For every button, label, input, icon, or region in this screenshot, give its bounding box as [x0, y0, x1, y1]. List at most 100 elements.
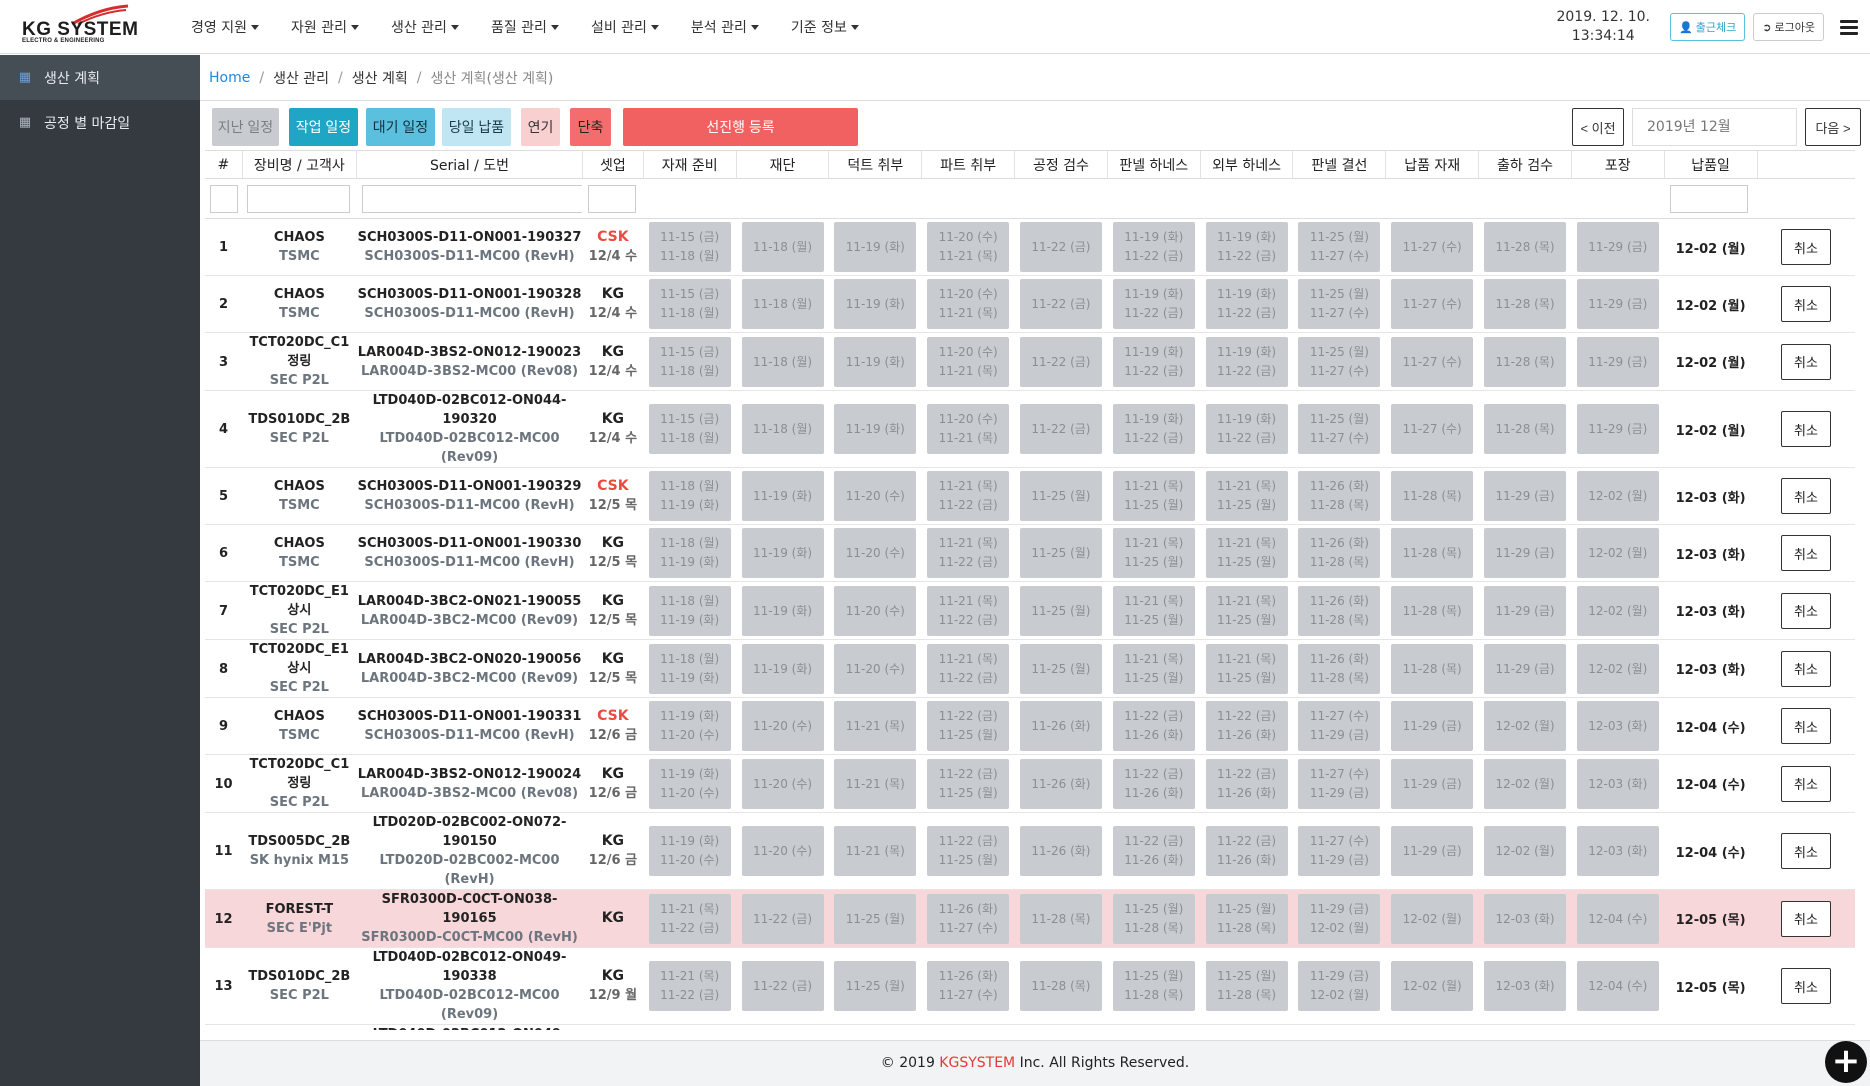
process-date-box[interactable]: 11-20 (수): [834, 585, 917, 636]
process-date-box[interactable]: 11-20 (수): [834, 528, 917, 578]
process-date-box[interactable]: 11-20 (수) 11-21 (목): [927, 404, 1010, 454]
process-date-box[interactable]: 11-19 (화): [741, 585, 824, 636]
process-date-box[interactable]: 11-28 (목): [1391, 643, 1474, 694]
process-date-box[interactable]: 11-19 (화) 11-22 (금): [1205, 222, 1288, 272]
process-date-box[interactable]: 11-26 (화) 11-27 (수): [927, 893, 1010, 944]
process-date-box[interactable]: 11-27 (수): [1391, 222, 1474, 272]
work-schedule-button[interactable]: 작업 일정: [289, 108, 358, 146]
process-date-box[interactable]: 11-25 (월) 11-27 (수): [1298, 404, 1381, 454]
process-date-box[interactable]: 11-19 (화) 11-22 (금): [1205, 279, 1288, 329]
process-date-box[interactable]: 11-27 (수): [1391, 336, 1474, 387]
table-row[interactable]: 12 FOREST-T SEC E'Pjt SFR0300D-C0CT-ON038-1…: [205, 889, 1855, 948]
process-date-box[interactable]: 11-19 (화) 11-22 (금): [1112, 279, 1195, 329]
process-date-box[interactable]: 12-02 (월): [1391, 961, 1474, 1011]
process-date-box[interactable]: 11-21 (목) 11-22 (금): [927, 643, 1010, 694]
column-header[interactable]: 납품일: [1663, 150, 1758, 179]
menu-item-0[interactable]: 경영 지원: [175, 17, 275, 37]
process-date-box[interactable]: 11-26 (화): [1019, 758, 1102, 809]
process-date-box[interactable]: 11-26 (화): [1019, 826, 1102, 876]
today-delivery-button[interactable]: 당일 납품: [442, 108, 511, 146]
process-date-box[interactable]: 11-29 (금): [1391, 758, 1474, 809]
column-header[interactable]: 재단: [735, 150, 829, 179]
process-date-box[interactable]: 11-22 (금): [1019, 404, 1102, 454]
cancel-button[interactable]: 취소: [1781, 229, 1832, 265]
shorten-button[interactable]: 단축: [570, 108, 611, 146]
process-date-box[interactable]: 12-02 (월): [1576, 528, 1659, 578]
process-date-box[interactable]: 11-18 (월): [741, 279, 824, 329]
process-date-box[interactable]: 11-25 (월): [1019, 643, 1102, 694]
checkin-button[interactable]: 👤 출근체크: [1669, 13, 1746, 41]
process-date-box[interactable]: 11-28 (목): [1019, 893, 1102, 944]
cancel-button[interactable]: 취소: [1781, 592, 1832, 629]
process-date-box[interactable]: 11-21 (목) 11-25 (월): [1205, 471, 1288, 521]
process-date-box[interactable]: 11-22 (금) 11-26 (화): [1205, 701, 1288, 751]
process-date-box[interactable]: 11-18 (월) 11-19 (화): [648, 585, 731, 636]
cancel-button[interactable]: 취소: [1781, 765, 1832, 802]
process-date-box[interactable]: 11-21 (목): [834, 826, 917, 876]
filter-no-input[interactable]: [210, 184, 238, 213]
process-date-box[interactable]: 11-20 (수): [741, 758, 824, 809]
process-date-box[interactable]: 11-18 (월) 11-19 (화): [648, 643, 731, 694]
process-date-box[interactable]: 12-03 (화): [1484, 961, 1566, 1011]
process-date-box[interactable]: 12-04 (수): [1576, 893, 1659, 944]
filter-serial-input[interactable]: [361, 184, 605, 213]
process-date-box[interactable]: 11-29 (금): [1576, 336, 1659, 387]
process-date-box[interactable]: 12-03 (화): [1576, 758, 1659, 809]
filter-equipment-input[interactable]: [247, 184, 351, 213]
table-row[interactable]: 10 TCT020DC_C1 정링 SEC P2L LAR004D-3BS2-ON01…: [205, 754, 1855, 813]
column-header[interactable]: 납품 자재: [1385, 150, 1479, 179]
process-date-box[interactable]: 11-28 (목): [1484, 222, 1566, 272]
process-date-box[interactable]: 11-21 (목) 11-22 (금): [927, 528, 1010, 578]
process-date-box[interactable]: 11-25 (월) 11-27 (수): [1298, 279, 1381, 329]
process-date-box[interactable]: 11-27 (수): [1391, 279, 1474, 329]
process-date-box[interactable]: 11-19 (화): [834, 279, 917, 329]
process-date-box[interactable]: 11-27 (수) 11-29 (금): [1298, 701, 1381, 751]
menu-item-1[interactable]: 자원 관리: [275, 17, 375, 37]
cancel-button[interactable]: 취소: [1781, 708, 1832, 744]
process-date-box[interactable]: 11-28 (목): [1391, 585, 1474, 636]
process-date-box[interactable]: 11-26 (화) 11-28 (목): [1298, 643, 1381, 694]
process-date-box[interactable]: 12-02 (월): [1484, 758, 1566, 809]
table-row[interactable]: 5 CHAOS TSMC SCH0300S-D11-ON001-190329 SCH03…: [205, 467, 1855, 525]
process-date-box[interactable]: 11-26 (화) 11-28 (목): [1298, 528, 1381, 578]
cancel-button[interactable]: 취소: [1781, 286, 1832, 322]
process-date-box[interactable]: 11-19 (화) 11-20 (수): [648, 701, 731, 751]
cancel-button[interactable]: 취소: [1781, 650, 1832, 687]
process-date-box[interactable]: 11-28 (목): [1484, 336, 1566, 387]
process-date-box[interactable]: 11-19 (화) 11-22 (금): [1205, 404, 1288, 454]
breadcrumb-production[interactable]: 생산 관리: [273, 68, 329, 88]
process-date-box[interactable]: 11-21 (목) 11-22 (금): [648, 961, 731, 1011]
table-row[interactable]: 3 TCT020DC_C1 정링 SEC P2L LAR004D-3BS2-ON012…: [205, 332, 1855, 391]
cancel-button[interactable]: 취소: [1781, 833, 1832, 869]
process-date-box[interactable]: 11-29 (금): [1576, 279, 1659, 329]
column-header[interactable]: 파트 취부: [921, 150, 1015, 179]
process-date-box[interactable]: 11-18 (월): [741, 336, 824, 387]
footer-brand[interactable]: KGSYSTEM: [939, 1055, 1015, 1071]
process-date-box[interactable]: 11-15 (금) 11-18 (월): [648, 336, 731, 387]
process-date-box[interactable]: 12-02 (월): [1484, 701, 1566, 751]
process-date-box[interactable]: 11-15 (금) 11-18 (월): [648, 279, 731, 329]
process-date-box[interactable]: 11-25 (월) 11-28 (목): [1112, 961, 1195, 1011]
menu-item-3[interactable]: 품질 관리: [475, 17, 575, 37]
sidebar-item-process-deadline[interactable]: ▦ 공정 별 마감일: [0, 100, 200, 145]
process-date-box[interactable]: 11-22 (금) 11-25 (월): [927, 701, 1010, 751]
delay-button[interactable]: 연기: [521, 108, 560, 146]
process-date-box[interactable]: 11-21 (목) 11-22 (금): [927, 585, 1010, 636]
process-date-box[interactable]: 11-21 (목) 11-25 (월): [1112, 471, 1195, 521]
column-header[interactable]: 판넬 하네스: [1106, 150, 1201, 179]
process-date-box[interactable]: 12-02 (월): [1576, 585, 1659, 636]
process-date-box[interactable]: 11-29 (금): [1576, 404, 1659, 454]
process-date-box[interactable]: 11-18 (월): [741, 222, 824, 272]
menu-item-2[interactable]: 생산 관리: [375, 17, 475, 37]
past-schedule-button[interactable]: 지난 일정: [212, 108, 279, 146]
column-header[interactable]: 포장: [1570, 150, 1665, 179]
process-date-box[interactable]: 11-21 (목) 11-25 (월): [1205, 585, 1288, 636]
process-date-box[interactable]: 11-29 (금): [1484, 471, 1566, 521]
hamburger-menu-icon[interactable]: [1840, 17, 1858, 38]
process-date-box[interactable]: 11-20 (수): [741, 701, 824, 751]
process-date-box[interactable]: 11-21 (목): [834, 758, 917, 809]
process-date-box[interactable]: 11-22 (금) 11-26 (화): [1112, 701, 1195, 751]
process-date-box[interactable]: 11-22 (금) 11-25 (월): [927, 826, 1010, 876]
process-date-box[interactable]: 11-21 (목) 11-25 (월): [1205, 643, 1288, 694]
next-month-button[interactable]: 다음 >: [1805, 108, 1861, 146]
